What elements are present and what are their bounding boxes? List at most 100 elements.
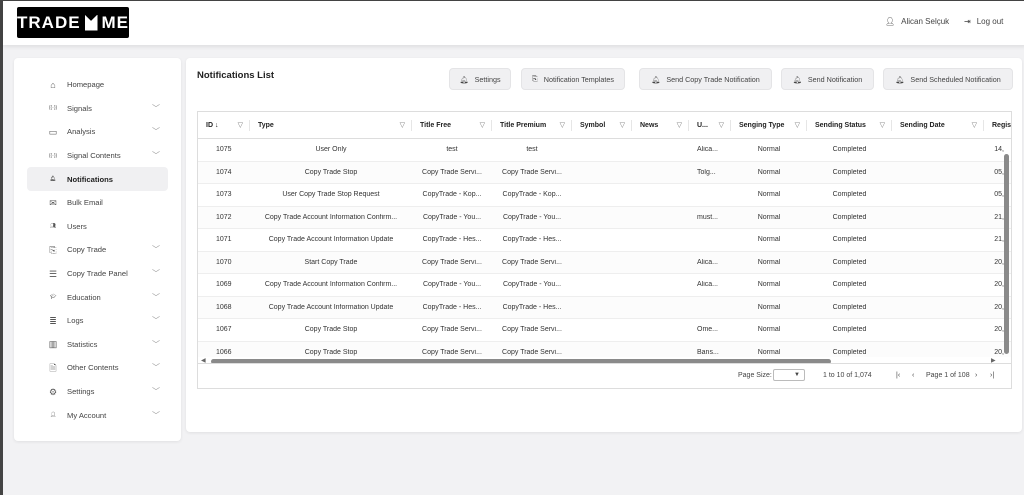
main-panel: Notifications List 🔔︎ Settings ⎘ Notificati… <box>186 58 1022 432</box>
bell-icon: 🔔︎ <box>459 74 469 84</box>
table-row[interactable]: 1072 Copy Trade Account Information Confi… <box>198 206 1011 229</box>
column-header[interactable]: ID ↓ ▽ <box>198 119 250 131</box>
column-header[interactable]: News ▽ <box>632 119 689 131</box>
cell: Tolg... <box>697 168 716 176</box>
filter-icon[interactable]: ▽ <box>400 120 405 131</box>
first-page-button[interactable]: |‹ <box>896 372 900 379</box>
column-header[interactable]: Title Premium ▽ <box>492 119 572 131</box>
filter-icon[interactable]: ▽ <box>677 120 682 131</box>
cell: 1068 <box>216 303 232 311</box>
nav-icon: ▭ <box>48 126 58 137</box>
chevron-down-icon: ﹀ <box>152 316 160 326</box>
column-header[interactable]: Title Free ▽ <box>412 119 492 131</box>
sidebar-item-logs[interactable]: ≣ Logs ﹀ <box>27 309 168 333</box>
sidebar-item-analysis[interactable]: ▭ Analysis ﹀ <box>27 120 168 144</box>
cell: Completed <box>832 146 867 154</box>
chevron-down-icon: ﹀ <box>152 363 160 373</box>
table-row[interactable]: 1067 Copy Trade Stop Copy Trade Servi... Co… <box>198 319 1011 342</box>
cell: 20, <box>994 326 1004 334</box>
cell: Normal <box>757 281 781 289</box>
cell: Alica... <box>697 146 719 154</box>
sidebar-item-settings[interactable]: ⚙ Settings ﹀ <box>27 380 168 404</box>
filter-icon[interactable]: ▽ <box>620 120 625 131</box>
page-size-select[interactable]: ▼ <box>773 369 805 381</box>
sidebar-item-signal-contents[interactable]: ((·)) Signal Contents ﹀ <box>27 144 168 168</box>
cell: Completed <box>832 303 867 311</box>
filter-icon[interactable]: ▽ <box>238 120 243 131</box>
filter-icon[interactable]: ▽ <box>880 120 885 131</box>
cell: Bans... <box>697 348 719 356</box>
nav-icon: 🔔︎ <box>49 176 57 183</box>
filter-icon[interactable]: ▽ <box>795 120 800 131</box>
cell: test <box>526 146 538 154</box>
filter-icon[interactable]: ▽ <box>972 120 977 131</box>
prev-page-button[interactable]: ‹ <box>912 372 914 379</box>
table-row[interactable]: 1069 Copy Trade Account Information Confi… <box>198 274 1011 297</box>
sidebar-item-signals[interactable]: ((·)) Signals ﹀ <box>27 97 168 121</box>
column-header[interactable]: Sending Date ▽ <box>892 119 984 131</box>
sidebar-item-other-contents[interactable]: 🗎 Other Contents ﹀ <box>27 356 168 380</box>
chevron-down-icon: ﹀ <box>152 292 160 302</box>
user-menu[interactable]: 👤︎ Alican Selçuk <box>885 17 949 26</box>
sidebar-item-my-account[interactable]: 👤︎ My Account ﹀ <box>27 403 168 427</box>
table-row[interactable]: 1073 User Copy Trade Stop Request CopyTrad… <box>198 184 1011 207</box>
cell: Copy Trade Servi... <box>422 326 482 334</box>
nav-icon: ✉ <box>49 197 57 208</box>
send-copy-trade-notification-button[interactable]: 🔔︎ Send Copy Trade Notification <box>639 68 772 90</box>
cell: CopyTrade - Hes... <box>422 303 482 311</box>
table-row[interactable]: 1071 Copy Trade Account Information Updat… <box>198 229 1011 252</box>
cell: 21, <box>994 213 1004 221</box>
column-header[interactable]: Type ▽ <box>250 119 412 131</box>
cell: 1072 <box>216 213 232 221</box>
table-row[interactable]: 1070 Start Copy Trade Copy Trade Servi... C… <box>198 251 1011 274</box>
cell: CopyTrade - Hes... <box>502 303 562 311</box>
sidebar-item-homepage[interactable]: ⌂ Homepage <box>27 73 168 97</box>
cell: Copy Trade Servi... <box>502 348 562 356</box>
settings-button[interactable]: 🔔︎ Settings <box>449 68 511 90</box>
cell: Completed <box>832 258 867 266</box>
cell: 05, <box>994 168 1004 176</box>
cell: CopyTrade - You... <box>422 281 482 289</box>
cell: Copy Trade Stop <box>304 348 358 356</box>
next-page-button[interactable]: › <box>975 372 977 379</box>
last-page-button[interactable]: ›| <box>990 372 994 379</box>
cell: CopyTrade - Kop... <box>502 191 562 199</box>
cell: test <box>446 146 458 154</box>
vertical-scrollbar[interactable] <box>1004 154 1009 354</box>
cell: User Copy Trade Stop Request <box>282 191 380 199</box>
sidebar-item-bulk-email[interactable]: ✉ Bulk Email <box>27 191 168 215</box>
cell: Copy Trade Servi... <box>422 348 482 356</box>
cell: 20, <box>994 348 1004 356</box>
logo[interactable]: TRADE ME <box>17 7 129 38</box>
sidebar-item-copy-trade-panel[interactable]: ☰ Copy Trade Panel ﹀ <box>27 262 168 286</box>
column-header[interactable]: Sending Status ▽ <box>807 119 892 131</box>
cell: Copy Trade Stop <box>304 168 358 176</box>
sidebar-item-users[interactable]: 👥︎ Users <box>27 215 168 239</box>
nav-icon: ☰ <box>48 268 58 279</box>
column-header[interactable]: Senging Type ▽ <box>731 119 807 131</box>
cell: Normal <box>757 213 781 221</box>
cell: Normal <box>757 168 781 176</box>
sidebar-item-notifications[interactable]: 🔔︎ Notifications <box>27 167 168 191</box>
sidebar-item-education[interactable]: 🎓︎ Education ﹀ <box>27 285 168 309</box>
cell: Start Copy Trade <box>304 258 358 266</box>
notification-templates-button[interactable]: ⎘ Notification Templates <box>521 68 625 90</box>
logout-button[interactable]: ⇥ Log out <box>964 17 1003 26</box>
filter-icon[interactable]: ▽ <box>560 120 565 131</box>
table-row[interactable]: 1074 Copy Trade Stop Copy Trade Servi... Co… <box>198 161 1011 184</box>
cell: Completed <box>832 326 867 334</box>
column-header[interactable]: U... ▽ <box>689 119 731 131</box>
column-header[interactable]: Regist <box>984 120 1011 131</box>
filter-icon[interactable]: ▽ <box>480 120 485 131</box>
filter-icon[interactable]: ▽ <box>719 120 724 131</box>
sidebar-item-statistics[interactable]: ▥ Statistics ﹀ <box>27 333 168 357</box>
cell: Completed <box>832 213 867 221</box>
send-scheduled-notification-button[interactable]: 🔔︎ Send Scheduled Notification <box>883 68 1013 90</box>
column-header[interactable]: Symbol ▽ <box>572 119 632 131</box>
send-notification-button[interactable]: 🔔︎ Send Notification <box>781 68 874 90</box>
cell: CopyTrade - Hes... <box>422 236 482 244</box>
sidebar-item-copy-trade[interactable]: ⎘ Copy Trade ﹀ <box>27 238 168 262</box>
table-row[interactable]: 1075 User Only test test Alica... Normal Compl… <box>198 139 1011 162</box>
cell: Copy Trade Servi... <box>502 258 562 266</box>
table-row[interactable]: 1068 Copy Trade Account Information Updat… <box>198 296 1011 319</box>
